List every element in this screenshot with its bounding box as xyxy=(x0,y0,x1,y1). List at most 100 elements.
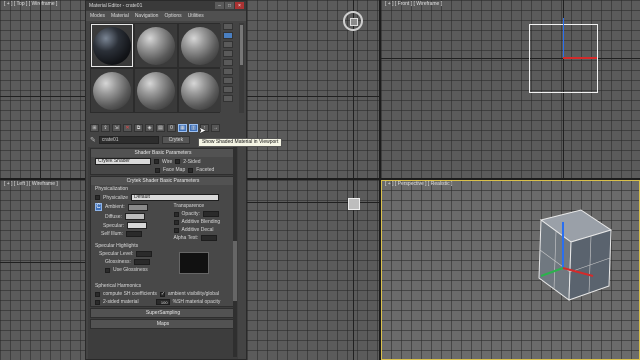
maps-header[interactable]: Maps xyxy=(91,320,235,328)
opacity-label: Opacity: xyxy=(181,211,200,217)
make-preview-icon[interactable] xyxy=(223,68,233,75)
shader-basic-header[interactable]: Shader Basic Parameters xyxy=(91,149,235,157)
maximize-button[interactable]: □ xyxy=(225,2,234,9)
put-to-scene-icon[interactable]: ⇪ xyxy=(101,123,110,132)
glossiness-spinner[interactable] xyxy=(133,259,150,265)
wire-checkbox[interactable] xyxy=(154,159,159,164)
sample-slot-2[interactable] xyxy=(135,24,177,67)
show-end-result-icon[interactable]: ▥ xyxy=(189,123,198,132)
parameters-panel[interactable]: Shader Basic Parameters Crytek Shader Wi… xyxy=(88,147,238,359)
viewport-perspective[interactable]: [ + ] [ Perspective ] [ Realistic ] xyxy=(381,180,640,360)
shader-basic-rollout: Shader Basic Parameters Crytek Shader Wi… xyxy=(90,148,236,175)
diffuse-label: Diffuse: xyxy=(105,213,122,220)
face-map-checkbox[interactable] xyxy=(155,167,160,173)
two-sided-material-checkbox[interactable] xyxy=(95,299,100,305)
reset-map-icon[interactable]: ✕ xyxy=(123,123,132,132)
ambient-label: Ambient: xyxy=(105,204,125,210)
faceted-checkbox[interactable] xyxy=(188,167,194,173)
additive-decal-checkbox[interactable] xyxy=(173,227,179,233)
self-illum-spinner[interactable] xyxy=(125,231,142,237)
additive-blending-checkbox[interactable] xyxy=(173,219,179,225)
material-sphere-icon xyxy=(181,71,219,110)
background-icon[interactable] xyxy=(223,41,233,48)
mouse-cursor-icon: ➤ xyxy=(199,126,206,135)
parameters-scrollbar[interactable] xyxy=(233,147,237,357)
physicalize-checkbox[interactable] xyxy=(95,195,100,200)
make-unique-icon[interactable]: ◈ xyxy=(145,123,154,132)
sh-opacity-spinner[interactable]: 100 xyxy=(155,299,170,305)
viewport-top-label[interactable]: [ + ] [ Top ] [ Wireframe ] xyxy=(4,1,57,7)
menu-material[interactable]: Material xyxy=(111,13,129,19)
viewport-front[interactable]: [ + ] [ Front ] [ Wireframe ] xyxy=(381,0,640,178)
alpha-test-spinner[interactable] xyxy=(201,235,218,241)
ambient-visibility-checkbox[interactable] xyxy=(159,291,165,297)
specular-label: Specular: xyxy=(103,222,125,229)
close-button[interactable]: × xyxy=(235,2,244,9)
show-shaded-material-icon[interactable]: ▦ xyxy=(178,123,187,132)
copy-material-icon[interactable]: ⧉ xyxy=(134,123,143,132)
viewport-left[interactable]: [ + ] [ Left ] [ Wireframe ] xyxy=(0,180,85,360)
minimize-button[interactable]: – xyxy=(215,2,224,9)
sample-slot-5[interactable] xyxy=(135,69,177,112)
material-editor-window[interactable]: Material Editor - crate01 – □ × Modes Ma… xyxy=(85,0,247,360)
material-editor-titlebar[interactable]: Material Editor - crate01 – □ × xyxy=(86,1,246,11)
options-icon[interactable] xyxy=(223,77,233,84)
sample-slot-1[interactable] xyxy=(91,24,133,67)
lock-ambient-diffuse-button[interactable]: C xyxy=(95,203,102,211)
backlight-icon[interactable] xyxy=(223,32,233,39)
ambient-visibility-label: ambient visibility/global xyxy=(167,291,219,297)
viewport-top[interactable]: [ + ] [ Top ] [ Wireframe ] xyxy=(0,0,85,178)
menu-options[interactable]: Options xyxy=(164,13,181,19)
material-id-channel-icon[interactable]: 0 xyxy=(167,123,176,132)
sample-slot-6[interactable] xyxy=(179,69,221,112)
viewport-front-label[interactable]: [ + ] [ Front ] [ Wireframe ] xyxy=(385,1,442,7)
assign-to-selection-icon[interactable]: ⇲ xyxy=(112,123,121,132)
opacity-spinner[interactable] xyxy=(202,211,219,217)
sample-slot-3[interactable] xyxy=(179,24,221,67)
gizmo-x-axis xyxy=(563,57,597,59)
physicalize-label: Physicalize xyxy=(103,194,129,201)
opacity-checkbox[interactable] xyxy=(173,211,179,217)
use-glossiness-checkbox[interactable] xyxy=(105,267,110,273)
crate-perspective[interactable] xyxy=(381,180,640,360)
menu-modes[interactable]: Modes xyxy=(90,13,105,19)
select-by-material-icon[interactable] xyxy=(223,86,233,93)
slots-scrollbar[interactable] xyxy=(239,23,244,113)
physicalization-group-label: Physicalization xyxy=(95,186,129,192)
put-to-library-icon[interactable]: ▤ xyxy=(156,123,165,132)
specular-color-swatch[interactable] xyxy=(127,222,148,229)
viewport-left-label[interactable]: [ + ] [ Left ] [ Wireframe ] xyxy=(4,181,58,187)
shader-type-dropdown[interactable]: Crytek Shader xyxy=(95,158,151,165)
viewport-top-right-part[interactable] xyxy=(247,0,379,178)
crate-left-wireframe[interactable] xyxy=(348,198,360,210)
menu-navigation[interactable]: Navigation xyxy=(135,13,159,19)
face-map-label: Face Map xyxy=(163,167,186,173)
menu-utilities[interactable]: Utilities xyxy=(188,13,204,19)
material-name-field[interactable]: crate01 xyxy=(98,136,159,144)
material-sphere-icon xyxy=(137,26,175,65)
ambient-color-swatch[interactable] xyxy=(127,203,148,211)
supersampling-rollout: SuperSampling xyxy=(90,308,236,318)
eyedropper-icon[interactable]: ✎ xyxy=(90,136,96,144)
two-sided-checkbox[interactable] xyxy=(175,159,181,164)
material-toolbar: ⊞ ⇪ ⇲ ✕ ⧉ ◈ ▤ 0 ▦ ▥ ↑ → xyxy=(90,123,240,132)
supersampling-header[interactable]: SuperSampling xyxy=(91,309,235,317)
go-forward-sibling-icon[interactable]: → xyxy=(211,123,220,132)
get-material-icon[interactable]: ⊞ xyxy=(90,123,99,132)
viewcube-icon[interactable] xyxy=(343,11,363,31)
uv-tiling-icon[interactable] xyxy=(223,50,233,57)
two-sided-label: 2-Sided xyxy=(183,158,201,165)
sample-slot-4[interactable] xyxy=(91,69,133,112)
viewport-left-right-part[interactable] xyxy=(247,180,379,360)
video-color-check-icon[interactable] xyxy=(223,59,233,66)
diffuse-color-swatch[interactable] xyxy=(124,213,145,220)
physicalize-dropdown[interactable]: Default xyxy=(131,194,220,201)
crytek-basic-header[interactable]: Crytek Shader Basic Parameters xyxy=(91,177,235,185)
material-editor-menubar: Modes Material Navigation Options Utilit… xyxy=(86,11,246,21)
material-navigator-icon[interactable] xyxy=(223,95,233,102)
spherical-harmonics-group-label: Spherical Harmonics xyxy=(95,283,142,289)
compute-sh-checkbox[interactable] xyxy=(95,291,100,297)
material-type-button[interactable]: Crytek xyxy=(161,136,190,144)
specular-level-spinner[interactable] xyxy=(136,251,153,257)
sample-type-icon[interactable] xyxy=(223,23,233,30)
